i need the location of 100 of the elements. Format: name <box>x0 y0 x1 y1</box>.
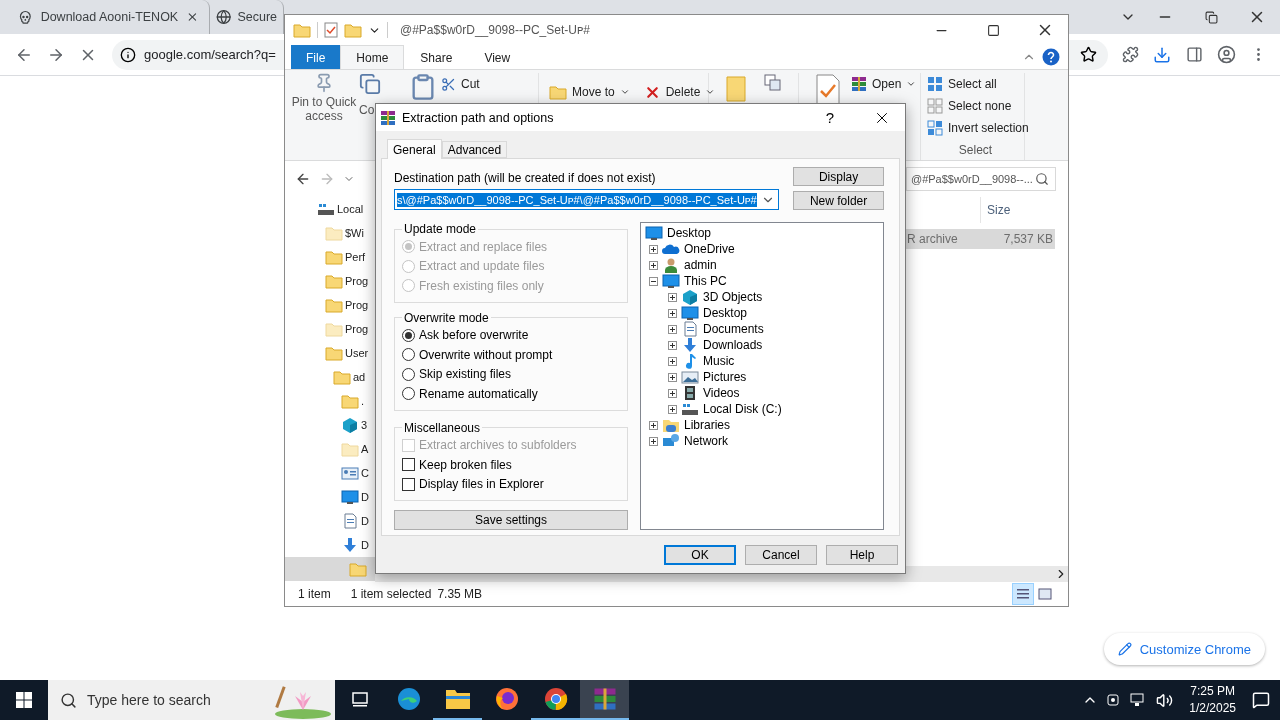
destination-path-field[interactable]: s\@#Pa$$w0rD__9098--PC_Set-Uᴘ#\@#Pa$$w0rD__9098--PC_Set-Uᴘ# <box>394 189 780 210</box>
expand-icon[interactable] <box>668 308 677 318</box>
expand-icon[interactable] <box>668 356 677 366</box>
tree-item[interactable]: Documents <box>645 321 879 337</box>
pencil-icon <box>1117 642 1132 656</box>
nav-item[interactable]: Prog <box>285 293 375 317</box>
dialog-button[interactable]: Help <box>826 545 898 565</box>
tree-item[interactable]: OneDrive <box>645 241 879 257</box>
tree-item[interactable]: Downloads <box>645 337 879 353</box>
expand-icon[interactable] <box>668 324 677 334</box>
checkbox[interactable] <box>402 477 415 491</box>
edge-icon[interactable] <box>395 686 422 712</box>
expand-icon[interactable] <box>649 260 658 270</box>
nav-item[interactable]: C <box>285 461 375 485</box>
pin-to-quick-access-button[interactable]: Pin to Quick access <box>291 73 357 123</box>
chrome-icon[interactable] <box>542 686 569 712</box>
select-none-button[interactable]: Select none <box>927 95 1012 117</box>
ribbon-tab[interactable]: File <box>291 45 341 69</box>
nav-item[interactable]: D <box>285 533 375 557</box>
nav-item[interactable]: $Wi <box>285 221 375 245</box>
side-panel-icon[interactable] <box>1185 46 1203 63</box>
side-button[interactable]: Display <box>793 167 884 186</box>
tree-item[interactable]: 3D Objects <box>645 289 879 305</box>
address-bar[interactable]: google.com/search?q= <box>112 39 286 70</box>
search-field[interactable]: @#Pa$$w0rD__9098--... <box>906 167 1056 191</box>
tree-item[interactable]: Network <box>645 433 879 449</box>
ribbon-tab[interactable]: Share <box>404 45 469 69</box>
nav-item[interactable]: Perf <box>285 245 375 269</box>
status-text: 1 item <box>298 587 331 601</box>
expand-icon[interactable] <box>668 372 677 382</box>
tree-item[interactable]: Local Disk (C:) <box>645 401 879 417</box>
status-text: 1 item selected <box>350 587 432 601</box>
tree-item[interactable]: Desktop <box>645 305 879 321</box>
profile-icon[interactable] <box>1216 45 1236 64</box>
large-icons-view-icon <box>1038 587 1052 601</box>
select-all-button[interactable]: Select all <box>927 73 997 95</box>
winrar-taskbar-icon[interactable] <box>592 687 617 711</box>
expand-icon[interactable] <box>649 244 658 254</box>
help-icon[interactable] <box>1042 48 1060 66</box>
nav-item[interactable]: Local <box>285 197 375 221</box>
folder-icon[interactable] <box>444 688 471 710</box>
column-header[interactable]: Size <box>980 197 1055 223</box>
task-view-icon[interactable] <box>349 689 370 709</box>
nav-item[interactable]: . <box>285 389 375 413</box>
download-icon[interactable] <box>1153 45 1171 64</box>
save-settings-button[interactable]: Save settings <box>394 510 628 530</box>
nav-item[interactable]: Prog <box>285 269 375 293</box>
dialog-tab[interactable]: Advanced <box>441 141 508 158</box>
tree-item[interactable]: admin <box>645 257 879 273</box>
radio-button[interactable] <box>402 387 415 401</box>
nav-item[interactable]: D <box>285 509 375 533</box>
properties-icon[interactable] <box>324 22 338 38</box>
nav-item[interactable]: ad <box>285 365 375 389</box>
checkbox[interactable] <box>402 458 415 472</box>
nav-item[interactable]: A <box>285 437 375 461</box>
open-button[interactable]: Open <box>851 73 917 95</box>
volume-icon[interactable] <box>1156 691 1174 709</box>
tree-item[interactable]: Desktop <box>645 225 879 241</box>
help-button[interactable]: ? <box>807 109 853 126</box>
firefox-icon[interactable] <box>493 686 520 712</box>
expand-icon[interactable] <box>668 340 677 350</box>
dialog-button[interactable]: OK <box>664 545 736 565</box>
collapse-icon[interactable] <box>649 276 658 286</box>
expand-icon[interactable] <box>649 420 658 430</box>
tree-item[interactable]: Libraries <box>645 417 879 433</box>
cut-button[interactable]: Cut <box>441 73 480 95</box>
tree-item[interactable]: This PC <box>645 273 879 289</box>
expand-icon[interactable] <box>649 436 658 446</box>
expand-icon[interactable] <box>668 388 677 398</box>
maximize-icon[interactable] <box>986 23 1000 37</box>
windows-start-icon[interactable] <box>16 692 32 708</box>
expand-icon[interactable] <box>668 404 677 414</box>
tree-item[interactable]: Videos <box>645 385 879 401</box>
invert-selection-button[interactable]: Invert selection <box>927 117 1029 139</box>
move-to-button[interactable]: Move to <box>549 81 630 103</box>
delete-button[interactable]: Delete <box>643 81 716 103</box>
side-button[interactable]: New folder <box>793 191 884 210</box>
ribbon-tab[interactable]: View <box>468 45 527 69</box>
restore-icon[interactable] <box>1204 10 1218 24</box>
tree-item[interactable]: Music <box>645 353 879 369</box>
customize-chrome-button[interactable]: Customize Chrome <box>1103 633 1265 665</box>
expand-icon[interactable] <box>668 292 677 302</box>
extensions-icon[interactable] <box>1121 46 1139 63</box>
copy-button[interactable]: Co <box>359 73 381 117</box>
dialog-button[interactable]: Cancel <box>745 545 817 565</box>
clock[interactable]: 7:25 PM 1/2/2025 <box>1189 683 1236 717</box>
radio-button[interactable] <box>402 328 415 342</box>
back-icon[interactable] <box>295 171 311 187</box>
nav-item[interactable]: Prog <box>285 317 375 341</box>
radio-button[interactable] <box>402 348 415 362</box>
notifications-icon[interactable] <box>1252 691 1270 709</box>
ribbon-tab[interactable]: Home <box>340 45 405 69</box>
nav-item[interactable]: 3 <box>285 413 375 437</box>
star-icon[interactable] <box>1080 46 1097 63</box>
nav-item[interactable]: D <box>285 485 375 509</box>
radio-button[interactable] <box>402 367 415 381</box>
tree-item[interactable]: Pictures <box>645 369 879 385</box>
nav-item[interactable]: User <box>285 341 375 365</box>
details-view-button[interactable] <box>1012 583 1034 605</box>
dialog-tab[interactable]: General <box>387 139 442 159</box>
